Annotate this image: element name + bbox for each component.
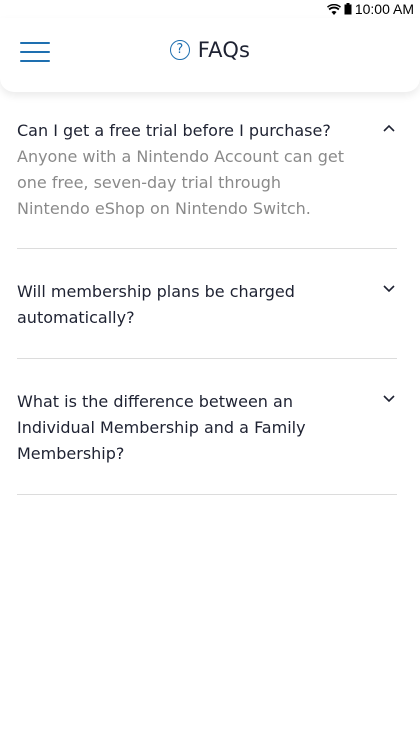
faq-question[interactable]: Will membership plans be charged automat… xyxy=(17,249,397,331)
faq-question[interactable]: Can I get a free trial before I purchase… xyxy=(17,110,397,144)
faq-item-auto-charge: Will membership plans be charged automat… xyxy=(17,249,397,359)
faq-list: Can I get a free trial before I purchase… xyxy=(17,110,397,495)
wifi-icon xyxy=(326,3,341,15)
faq-answer: Anyone with a Nintendo Account can get o… xyxy=(17,147,344,218)
chevron-down-icon[interactable] xyxy=(383,283,395,295)
header-title: ? FAQs xyxy=(0,38,420,62)
faq-item-free-trial: Can I get a free trial before I purchase… xyxy=(17,110,397,249)
status-bar: 10:00 AM xyxy=(0,0,420,18)
chevron-down-icon[interactable] xyxy=(383,393,395,405)
app-header: ? FAQs xyxy=(0,18,420,92)
chevron-up-icon[interactable] xyxy=(383,122,395,134)
faq-question[interactable]: What is the difference between an Indivi… xyxy=(17,359,397,467)
status-time: 10:00 AM xyxy=(354,1,414,17)
faq-item-membership-difference: What is the difference between an Indivi… xyxy=(17,359,397,495)
battery-icon xyxy=(344,3,352,15)
page-title: FAQs xyxy=(197,38,251,62)
help-circle-icon: ? xyxy=(169,40,190,60)
